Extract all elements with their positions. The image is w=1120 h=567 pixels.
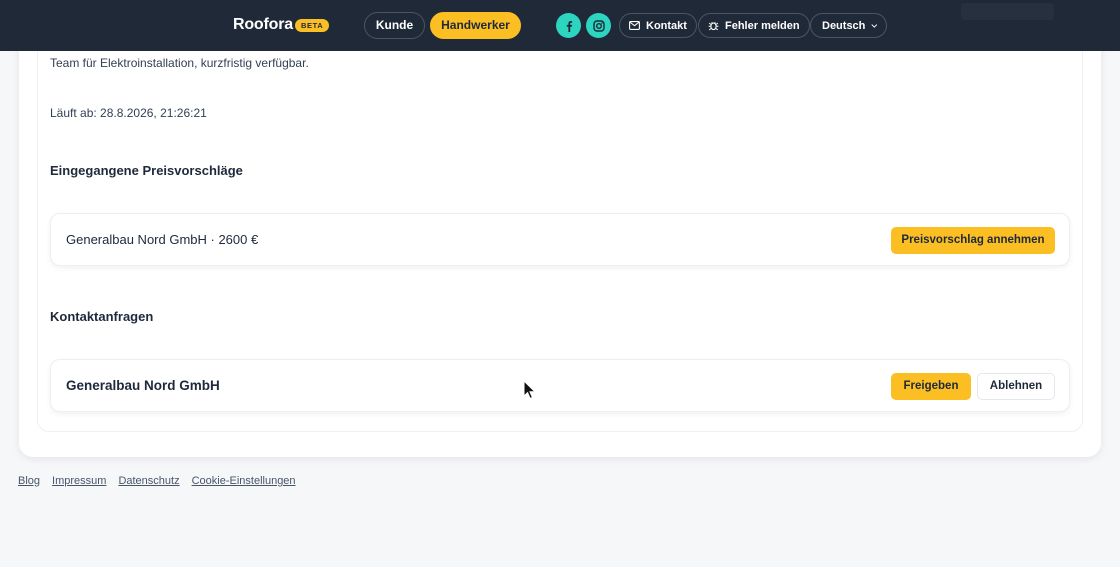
bug-icon — [708, 22, 719, 31]
contact-requests-heading: Kontaktanfragen — [50, 309, 154, 324]
brand-logo[interactable]: Roofora — [233, 16, 293, 34]
accept-quote-button[interactable]: Preisvorschlag annehmen — [891, 227, 1055, 254]
contact-button[interactable]: Kontakt — [619, 13, 697, 38]
footer-links: Blog Impressum Datenschutz Cookie-Einste… — [18, 475, 296, 487]
mail-icon — [629, 21, 640, 30]
contact-company-name: Generalbau Nord GmbH — [66, 378, 220, 393]
language-select[interactable]: Deutsch — [810, 13, 887, 38]
mouse-cursor-icon — [523, 380, 537, 400]
quote-item: Generalbau Nord GmbH · 2600 € Preisvorsc… — [50, 213, 1070, 266]
chevron-down-icon — [871, 23, 878, 28]
language-value: Deutsch — [822, 19, 866, 32]
contact-label: Kontakt — [646, 19, 687, 32]
quote-text: Generalbau Nord GmbH · 2600 € — [66, 232, 259, 247]
footer-link-blog[interactable]: Blog — [18, 475, 40, 487]
tab-handwerker[interactable]: Handwerker — [430, 12, 521, 39]
beta-badge: BETA — [295, 19, 330, 32]
expiry-date: Läuft ab: 28.8.2026, 21:26:21 — [50, 106, 207, 120]
footer-link-datenschutz[interactable]: Datenschutz — [118, 475, 179, 487]
quotes-heading: Eingegangene Preisvorschläge — [50, 163, 243, 178]
instagram-icon[interactable] — [586, 13, 611, 38]
contact-request-item: Generalbau Nord GmbH Freigeben Ablehnen — [50, 359, 1070, 412]
footer-link-cookie-settings[interactable]: Cookie-Einstellungen — [192, 475, 296, 487]
footer-link-impressum[interactable]: Impressum — [52, 475, 106, 487]
facebook-icon[interactable] — [556, 13, 581, 38]
header-button-background — [961, 3, 1054, 20]
tab-kunde[interactable]: Kunde — [364, 12, 425, 39]
top-navigation-bar: Roofora BETA Kunde Handwerker Kontakt Fe… — [0, 0, 1120, 51]
reject-button[interactable]: Ablehnen — [977, 373, 1055, 400]
job-description: Team für Elektroinstallation, kurzfristi… — [50, 56, 309, 70]
approve-button[interactable]: Freigeben — [891, 373, 971, 400]
report-bug-label: Fehler melden — [725, 19, 800, 32]
report-bug-button[interactable]: Fehler melden — [698, 13, 810, 38]
